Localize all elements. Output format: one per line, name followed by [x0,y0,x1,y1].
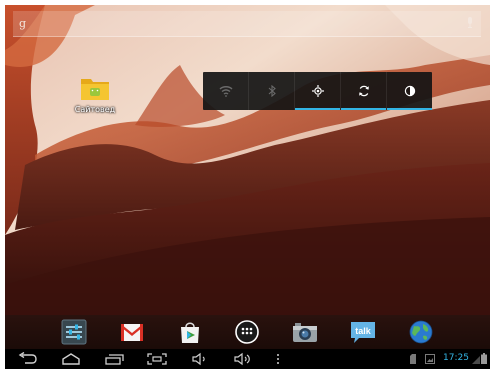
globe-icon[interactable] [407,318,435,346]
settings-icon[interactable] [60,318,88,346]
talk-icon[interactable]: talk [349,318,377,346]
quick-settings-widget [203,72,432,110]
brightness-icon [404,85,415,97]
menu-icon[interactable] [267,352,289,366]
folder-android-icon [80,75,110,101]
sync-toggle[interactable] [341,72,387,110]
tablet-screen: g Сайтовед talk 17:25 [5,5,490,369]
back-icon[interactable] [17,352,39,366]
screenshot-icon[interactable] [146,352,168,366]
play-store-icon[interactable] [176,318,204,346]
camera-icon[interactable] [291,318,319,346]
gmail-icon[interactable] [118,318,146,346]
google-icon: g [19,17,27,30]
gps-icon [311,85,324,97]
bluetooth-icon [268,85,276,97]
sd-card-icon [410,354,416,364]
system-navigation-bar: 17:25 [5,349,490,369]
wallpaper [5,5,490,315]
home-icon[interactable] [60,352,82,366]
clock[interactable]: 17:25 [443,353,469,363]
bluetooth-toggle[interactable] [249,72,295,110]
wifi-icon [219,86,232,97]
brightness-toggle[interactable] [387,72,432,110]
wifi-toggle[interactable] [203,72,249,110]
app-drawer-icon[interactable] [233,318,261,346]
desktop-app-shortcut[interactable]: Сайтовед [65,75,125,114]
gps-toggle[interactable] [295,72,341,110]
recent-apps-icon[interactable] [103,352,125,366]
battery-icon [481,353,487,364]
signal-icon [472,356,480,364]
volume-down-icon[interactable] [189,352,211,366]
gallery-notification-icon [425,354,435,364]
talk-label: talk [355,326,372,336]
mic-icon[interactable] [467,17,473,29]
sync-icon [358,85,369,97]
google-search-bar[interactable]: g [13,11,481,37]
app-dock: talk [5,315,490,349]
app-label: Сайтовед [74,105,116,114]
volume-up-icon[interactable] [231,352,253,366]
